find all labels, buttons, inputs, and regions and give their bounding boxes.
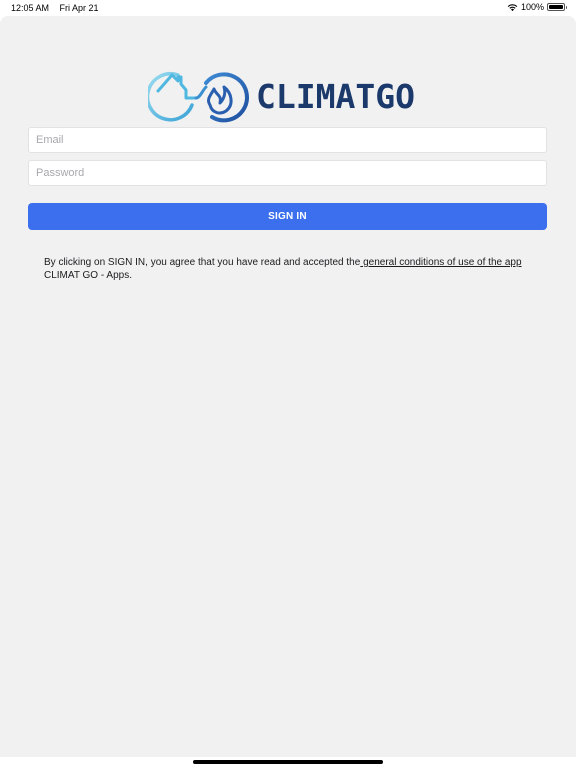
terms-notice: By clicking on SIGN IN, you agree that y… [44,256,544,282]
battery-icon [547,3,567,11]
terms-prefix: By clicking on SIGN IN, you agree that y… [44,257,361,268]
login-view: CLIMATGO SIGN IN By clicking on SIGN IN,… [0,16,576,757]
wifi-icon [507,3,518,11]
home-indicator[interactable] [193,760,383,764]
status-right: 100% [507,2,567,12]
terms-suffix: CLIMAT GO - Apps. [44,270,132,281]
battery-percent: 100% [520,2,544,12]
battery-fill [549,5,563,9]
logo-text: CLIMATGO [256,77,415,116]
home-bar-area [0,757,576,768]
app-screen: 12:05 AM Fri Apr 21 100% CLIMATGO Email … [0,0,576,768]
status-bar: 12:05 AM Fri Apr 21 100% [0,0,576,16]
status-time: 12:05 AM [11,3,50,13]
logo-icon [145,72,249,123]
email-field[interactable] [28,127,547,153]
password-field[interactable] [28,160,547,186]
status-date: Fri Apr 21 [59,3,99,13]
terms-link[interactable]: general conditions of use of the app [360,257,521,268]
climatgo-logo: CLIMATGO [145,69,438,125]
status-left: 12:05 AM Fri Apr 21 [11,3,107,13]
sign-in-button[interactable]: SIGN IN [28,203,547,230]
